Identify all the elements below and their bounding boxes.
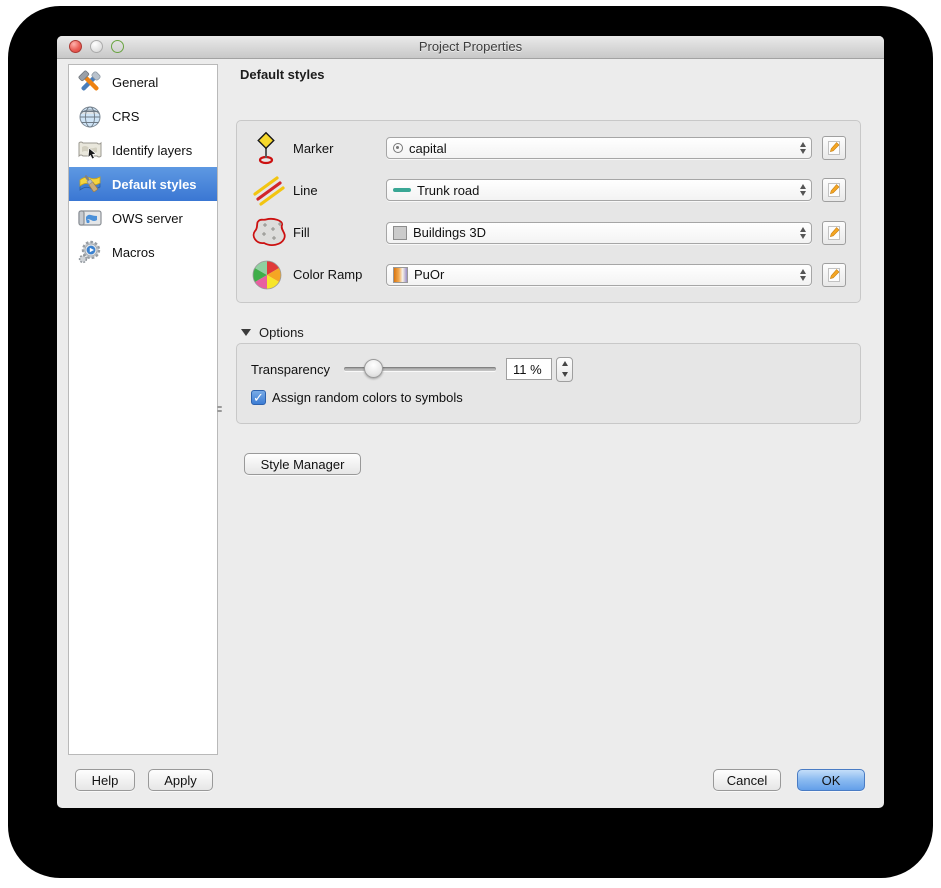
combo-arrows-icon [800,223,806,243]
zoom-button[interactable] [111,40,124,53]
edit-color-ramp-button[interactable] [822,263,846,287]
combo-arrows-icon [800,138,806,158]
options-groupbox: Transparency 11 % ✓ Assign random colors… [236,343,861,424]
sidebar-item-label: Default styles [112,177,197,192]
fill-label: Fill [293,225,386,240]
edit-fill-button[interactable] [822,221,846,245]
pencil-icon [826,140,842,156]
color-ramp-select[interactable]: PuOr [386,264,812,286]
sidebar-item-label: OWS server [112,211,183,226]
marker-label: Marker [293,141,386,156]
marker-select[interactable]: capital [386,137,812,159]
settings-category-list: General CRS [68,64,218,755]
transparency-stepper [556,357,573,382]
traffic-lights [69,40,124,53]
line-select[interactable]: Trunk road [386,179,812,201]
trunk-road-line-swatch [393,188,411,192]
transparency-value-field[interactable]: 11 % [506,358,552,380]
options-section-header[interactable]: Options [241,325,304,340]
edit-line-button[interactable] [822,178,846,202]
splitter-handle[interactable] [217,402,224,416]
section-label: Options [259,325,304,340]
default-symbols-groupbox: Marker capital [236,120,861,303]
capital-marker-swatch [393,143,403,153]
project-properties-dialog: Project Properties General [57,36,884,808]
sidebar-item-label: General [112,75,158,90]
fill-symbol-icon [251,217,293,249]
combo-arrows-icon [800,180,806,200]
help-button[interactable]: Help [75,769,135,791]
ok-button[interactable]: OK [797,769,865,791]
sidebar-item-label: Identify layers [112,143,192,158]
combo-arrows-icon [800,265,806,285]
window-title: Project Properties [57,36,884,58]
sidebar-item-macros[interactable]: Macros [69,235,217,269]
pencil-icon [826,225,842,241]
cancel-button[interactable]: Cancel [713,769,781,791]
sidebar-item-ows-server[interactable]: OWS server [69,201,217,235]
transparency-slider[interactable] [344,359,496,379]
paintbrush-icon [76,171,103,198]
line-selected-value: Trunk road [417,183,479,198]
random-colors-checkbox[interactable]: ✓ [251,390,266,405]
slider-thumb[interactable] [364,359,383,378]
tools-icon [76,69,103,96]
sidebar-item-identify-layers[interactable]: Identify layers [69,133,217,167]
color-wheel-icon [251,259,293,291]
globe-icon [76,103,103,130]
random-colors-row: ✓ Assign random colors to symbols [251,390,846,405]
transparency-row: Transparency 11 % [251,354,846,384]
pencil-icon [826,267,842,283]
close-button[interactable] [69,40,82,53]
style-manager-button[interactable]: Style Manager [244,453,361,475]
line-label: Line [293,183,386,198]
sidebar-item-label: CRS [112,109,139,124]
sidebar-item-general[interactable]: General [69,65,217,99]
apply-button[interactable]: Apply [148,769,213,791]
color-ramp-label: Color Ramp [293,267,386,282]
map-cursor-icon [76,137,103,164]
random-colors-label: Assign random colors to symbols [272,390,463,405]
fill-select[interactable]: Buildings 3D [386,222,812,244]
pencil-icon [826,182,842,198]
stepper-down-button[interactable] [557,369,572,381]
sidebar-item-default-styles[interactable]: Default styles [69,167,217,201]
fill-selected-value: Buildings 3D [413,225,486,240]
transparency-label: Transparency [251,362,344,377]
color-ramp-selected-value: PuOr [414,267,444,282]
edit-marker-button[interactable] [822,136,846,160]
collapse-triangle-icon [241,329,251,336]
sidebar-item-crs[interactable]: CRS [69,99,217,133]
marker-selected-value: capital [409,141,447,156]
line-row: Line Trunk road [237,171,860,209]
minimize-button[interactable] [90,40,103,53]
line-symbol-icon [251,174,293,206]
stepper-up-button[interactable] [557,358,572,370]
gears-play-icon [76,239,103,266]
page-title: Default styles [240,67,325,82]
buildings-fill-swatch [393,226,407,240]
marker-row: Marker capital [237,129,860,167]
puor-ramp-swatch [393,267,408,283]
ows-map-icon [76,205,103,232]
fill-row: Fill Buildings 3D [237,214,860,252]
sidebar-item-label: Macros [112,245,155,260]
title-bar[interactable]: Project Properties [57,36,884,59]
color-ramp-row: Color Ramp PuOr [237,256,860,294]
marker-symbol-icon [251,131,293,165]
